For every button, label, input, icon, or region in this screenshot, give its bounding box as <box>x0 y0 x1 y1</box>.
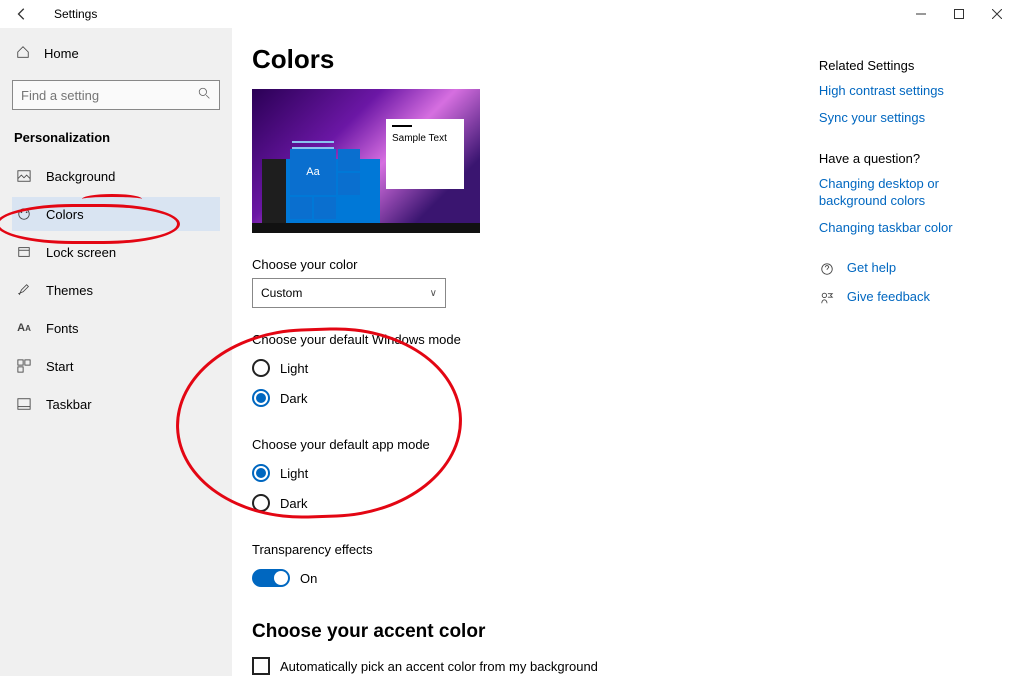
sidebar-item-fonts[interactable]: AA Fonts <box>12 311 220 345</box>
preview-tile-aa: Aa <box>290 149 336 195</box>
link-change-desktop-colors[interactable]: Changing desktop or background colors <box>819 176 996 210</box>
maximize-button[interactable] <box>940 0 978 28</box>
link-give-feedback[interactable]: Give feedback <box>847 289 930 306</box>
sidebar-item-taskbar[interactable]: Taskbar <box>12 387 220 421</box>
windows-mode-light[interactable]: Light <box>252 353 803 383</box>
link-high-contrast[interactable]: High contrast settings <box>819 83 996 100</box>
taskbar-icon <box>16 396 32 412</box>
transparency-toggle[interactable] <box>252 569 290 587</box>
main-content: Colors Aa Sample Text Choose your <box>232 28 1024 676</box>
radio-label: Light <box>280 361 308 376</box>
app-mode-label: Choose your default app mode <box>252 437 803 452</box>
sidebar-item-label: Background <box>46 169 115 184</box>
sidebar: Home Personalization Background Colors L… <box>0 28 232 676</box>
choose-color-value: Custom <box>261 286 302 300</box>
related-heading: Related Settings <box>819 58 996 73</box>
minimize-button[interactable] <box>902 0 940 28</box>
sidebar-item-label: Colors <box>46 207 84 222</box>
brush-icon <box>16 282 32 298</box>
help-icon <box>819 261 835 277</box>
font-icon: AA <box>16 320 32 336</box>
start-icon <box>16 358 32 374</box>
settings-window: Settings Home Personalization Background… <box>0 0 1024 676</box>
radio-label: Light <box>280 466 308 481</box>
lock-icon <box>16 244 32 260</box>
sidebar-home[interactable]: Home <box>12 36 220 70</box>
picture-icon <box>16 168 32 184</box>
search-icon <box>198 87 211 103</box>
sidebar-item-label: Lock screen <box>46 245 116 260</box>
palette-icon <box>16 206 32 222</box>
preview-sample-text: Sample Text <box>392 133 458 144</box>
sidebar-item-label: Start <box>46 359 73 374</box>
radio-icon <box>252 464 270 482</box>
checkbox-icon <box>252 657 270 675</box>
sidebar-item-label: Fonts <box>46 321 79 336</box>
feedback-icon <box>819 290 835 306</box>
app-mode-dark[interactable]: Dark <box>252 488 803 518</box>
sidebar-item-colors[interactable]: Colors <box>12 197 220 231</box>
titlebar: Settings <box>0 0 1024 28</box>
close-icon <box>992 9 1002 19</box>
back-button[interactable] <box>8 0 36 28</box>
transparency-state: On <box>300 571 317 586</box>
radio-label: Dark <box>280 496 307 511</box>
radio-label: Dark <box>280 391 307 406</box>
link-change-taskbar-color[interactable]: Changing taskbar color <box>819 220 996 237</box>
page-title: Colors <box>252 44 803 75</box>
accent-auto-row[interactable]: Automatically pick an accent color from … <box>252 657 803 675</box>
accent-auto-label: Automatically pick an accent color from … <box>280 659 598 674</box>
link-get-help[interactable]: Get help <box>847 260 896 277</box>
minimize-icon <box>916 9 926 19</box>
radio-icon <box>252 494 270 512</box>
windows-mode-dark[interactable]: Dark <box>252 383 803 413</box>
link-sync-settings[interactable]: Sync your settings <box>819 110 996 127</box>
sidebar-item-themes[interactable]: Themes <box>12 273 220 307</box>
chevron-down-icon: ∨ <box>430 288 437 299</box>
transparency-label: Transparency effects <box>252 542 803 557</box>
home-icon <box>16 45 30 62</box>
sidebar-section-label: Personalization <box>14 130 220 145</box>
sidebar-item-lockscreen[interactable]: Lock screen <box>12 235 220 269</box>
sidebar-item-label: Taskbar <box>46 397 92 412</box>
search-box[interactable] <box>12 80 220 110</box>
choose-color-dropdown[interactable]: Custom ∨ <box>252 278 446 308</box>
sidebar-item-label: Themes <box>46 283 93 298</box>
maximize-icon <box>954 9 964 19</box>
sidebar-home-label: Home <box>44 46 79 61</box>
close-button[interactable] <box>978 0 1016 28</box>
radio-icon <box>252 359 270 377</box>
window-title: Settings <box>54 7 97 21</box>
arrow-left-icon <box>15 7 29 21</box>
sidebar-item-background[interactable]: Background <box>12 159 220 193</box>
radio-icon <box>252 389 270 407</box>
sidebar-item-start[interactable]: Start <box>12 349 220 383</box>
preview-window: Sample Text <box>386 119 464 189</box>
accent-heading: Choose your accent color <box>252 621 803 643</box>
search-input[interactable] <box>21 88 198 103</box>
choose-color-label: Choose your color <box>252 257 803 272</box>
app-mode-light[interactable]: Light <box>252 458 803 488</box>
windows-mode-label: Choose your default Windows mode <box>252 332 803 347</box>
color-preview: Aa Sample Text <box>252 89 480 233</box>
right-sidebar: Related Settings High contrast settings … <box>803 44 1000 676</box>
question-heading: Have a question? <box>819 151 996 166</box>
